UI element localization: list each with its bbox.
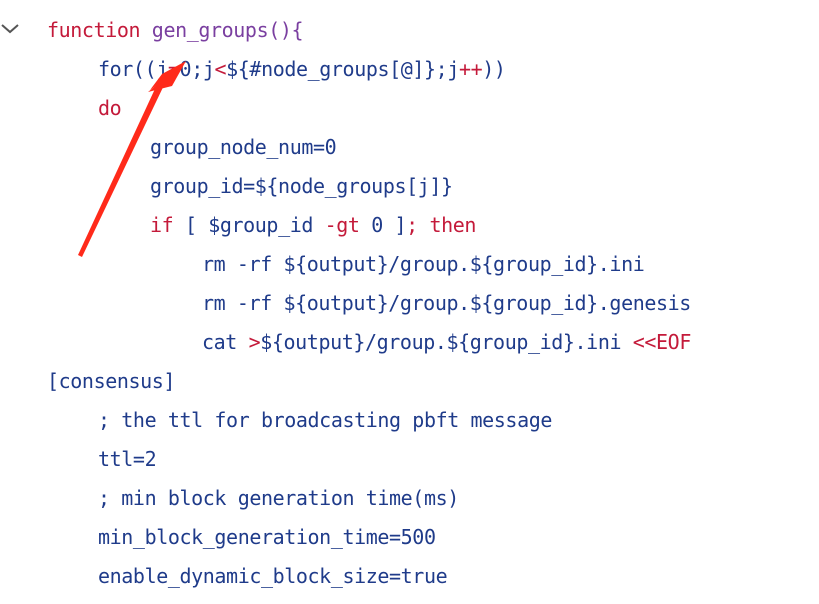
code-line-5: group_id=${node_groups[j]} [150, 173, 453, 199]
code-line-14: min_block_generation_time=500 [98, 524, 436, 550]
keyword-then: then [417, 213, 477, 237]
ini-entry: enable_dynamic_block_size=true [98, 564, 448, 588]
keyword-function: function [47, 18, 141, 42]
code-line-15: enable_dynamic_block_size=true [98, 563, 448, 589]
keyword-if: if [150, 213, 174, 237]
statement: rm -rf ${output}/group.${group_id}.ini [202, 252, 645, 276]
for-close: )) [482, 57, 506, 81]
ini-entry: ttl=2 [98, 447, 157, 471]
code-block: function gen_groups(){ for((j=0;j<${#nod… [0, 0, 819, 604]
statement: group_node_num=0 [150, 135, 337, 159]
for-open: for(( [98, 57, 157, 81]
loop-start: 0 [179, 57, 192, 81]
assign-op: = [167, 57, 180, 81]
gt-op: -gt [324, 213, 360, 237]
code-line-9: cat >${output}/group.${group_id}.ini <<E… [202, 329, 691, 355]
statement: group_id=${node_groups[j]} [150, 174, 453, 198]
semicolon: ; [406, 213, 418, 237]
cat-command: cat [202, 330, 249, 354]
code-line-13: ; min block generation time(ms) [98, 485, 459, 511]
loop-var: j [156, 57, 168, 81]
heredoc-marker: <<EOF [632, 330, 692, 354]
redirect-op: > [248, 330, 261, 354]
code-line-10: [consensus] [47, 368, 175, 394]
function-parens: (){ [268, 18, 304, 42]
condition-open: [ $group_id [173, 213, 325, 237]
function-name: gen_groups [151, 18, 269, 42]
statement: rm -rf ${output}/group.${group_id}.genes… [202, 291, 691, 315]
loop-bound: ${#node_groups[@]};j [226, 57, 459, 81]
code-line-2: for((j=0;j<${#node_groups[@]};j++)) [98, 56, 506, 82]
ini-comment: ; min block generation time(ms) [98, 486, 459, 510]
increment-op: ++ [458, 57, 483, 81]
less-than-op: < [214, 57, 227, 81]
output-path: ${output}/group.${group_id}.ini [260, 330, 633, 354]
code-line-7: rm -rf ${output}/group.${group_id}.ini [202, 251, 645, 277]
ini-comment: ; the ttl for broadcasting pbft message [98, 408, 552, 432]
loop-cond-var: ;j [191, 57, 215, 81]
ini-entry: min_block_generation_time=500 [98, 525, 436, 549]
code-line-4: group_node_num=0 [150, 134, 337, 160]
code-line-1: function gen_groups(){ [47, 17, 304, 43]
code-line-11: ; the ttl for broadcasting pbft message [98, 407, 552, 433]
code-line-6: if [ $group_id -gt 0 ]; then [150, 212, 476, 238]
code-line-3: do [98, 95, 122, 121]
code-line-8: rm -rf ${output}/group.${group_id}.genes… [202, 290, 691, 316]
condition-close: 0 ] [359, 213, 407, 237]
keyword-do: do [98, 96, 122, 120]
ini-section: [consensus] [47, 369, 176, 393]
code-line-12: ttl=2 [98, 446, 157, 472]
